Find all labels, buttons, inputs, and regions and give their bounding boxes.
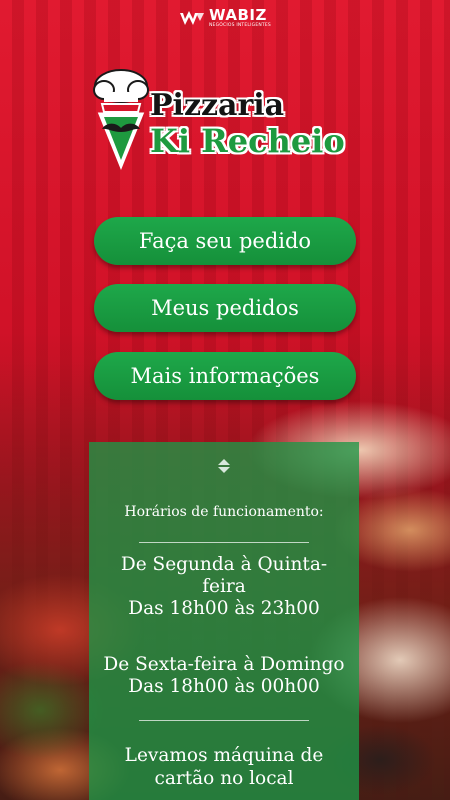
schedule-weekdays: De Segunda à Quinta-feira Das 18h00 às 2…: [97, 554, 351, 620]
logo-line-2: Ki Recheio: [150, 122, 345, 160]
wabiz-brand: WABIZ NEGÓCIOS INTELIGENTES: [0, 8, 450, 29]
brand-name: WABIZ: [208, 6, 267, 24]
wabiz-logo-icon: [179, 10, 204, 25]
more-info-button[interactable]: Mais informações: [94, 352, 356, 400]
schedule-weekend: De Sexta-feira à Domingo Das 18h00 às 00…: [97, 654, 351, 698]
schedule-weekdays-days: De Segunda à Quinta-feira: [120, 554, 328, 597]
divider: [139, 720, 309, 721]
divider: [139, 542, 309, 543]
my-orders-button[interactable]: Meus pedidos: [94, 284, 356, 332]
logo-line-1: Pizzaria: [150, 88, 285, 123]
pizzaria-logo: Pizzaria Ki Recheio: [90, 66, 365, 170]
schedule-weekdays-hours: Das 18h00 às 23h00: [128, 598, 320, 619]
brand-tagline: NEGÓCIOS INTELIGENTES: [208, 23, 271, 28]
card-machine-note: Levamos máquina de cartão no local: [124, 745, 324, 789]
hours-heading: Horários de funcionamento:: [124, 504, 324, 520]
schedule-weekend-hours: Das 18h00 às 00h00: [128, 676, 320, 697]
chef-mustache-icon: [93, 69, 149, 170]
schedule-weekend-days: De Sexta-feira à Domingo: [103, 654, 345, 675]
order-button[interactable]: Faça seu pedido: [94, 217, 356, 265]
scroll-arrows-icon[interactable]: [217, 458, 231, 474]
info-panel[interactable]: Horários de funcionamento: De Segunda à …: [89, 442, 359, 800]
